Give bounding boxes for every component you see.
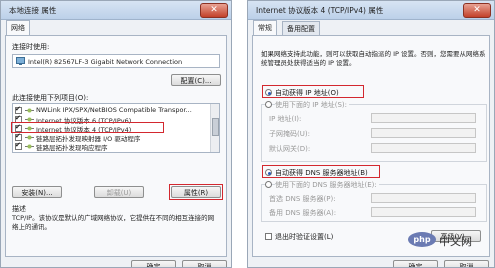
ip-address-label: IP 地址(I): xyxy=(269,115,302,123)
preferred-dns-label: 首选 DNS 服务器(P): xyxy=(269,195,336,203)
intro-text: 如果网络支持此功能，则可以获取自动指派的 IP 设置。否则，您需要从网络系统管理… xyxy=(261,50,486,67)
adapter-name: Intel(R) 82567LF-3 Gigabit Network Conne… xyxy=(28,58,183,66)
item-checkbox[interactable] xyxy=(15,141,22,150)
item-label: 链路层拓扑发现响应程序 xyxy=(36,144,108,152)
cancel-button[interactable]: 取消 xyxy=(182,260,227,267)
gateway-input xyxy=(371,143,476,153)
subnet-label: 子网掩码(U): xyxy=(269,130,310,138)
ok-button[interactable]: 确定 xyxy=(131,260,176,267)
protocol-icon xyxy=(25,108,34,113)
right-tab-row: 常规 备用配置 xyxy=(248,20,494,36)
scroll-thumb[interactable] xyxy=(212,118,219,136)
connect-using-label: 连接时使用: xyxy=(12,43,50,51)
properties-highlight-box xyxy=(169,184,223,200)
left-tab-row: 网络 xyxy=(1,20,231,36)
description-label: 描述 xyxy=(12,205,26,213)
right-titlebar: Internet 协议版本 4 (TCP/IPv4) 属性 ✕ xyxy=(248,1,494,20)
close-icon[interactable]: ✕ xyxy=(200,3,228,18)
uninstall-button: 卸载(U) xyxy=(94,186,144,198)
ipv4-properties-window: Internet 协议版本 4 (TCP/IPv4) 属性 ✕ 常规 备用配置 … xyxy=(247,0,495,268)
item-checkbox[interactable] xyxy=(15,105,22,114)
left-window-title: 本地连接 属性 xyxy=(9,6,57,15)
list-scrollbar[interactable] xyxy=(210,104,219,152)
right-window-title: Internet 协议版本 4 (TCP/IPv4) 属性 xyxy=(256,6,384,15)
adapter-box: Intel(R) 82567LF-3 Gigabit Network Conne… xyxy=(12,54,220,68)
item-label: NWLink IPX/SPX/NetBIOS Compatible Transp… xyxy=(36,106,192,114)
manual-dns-label: 使用下面的 DNS 服务器地址(E): xyxy=(275,180,379,190)
tab-alternate-config[interactable]: 备用配置 xyxy=(282,21,320,36)
alternate-dns-input xyxy=(371,207,476,217)
protocol-icon xyxy=(25,135,34,140)
php-logo: php xyxy=(408,232,436,247)
manual-dns-radio[interactable] xyxy=(265,181,272,188)
list-item[interactable]: 链路层拓扑发现响应程序 xyxy=(15,141,210,152)
tab-network[interactable]: 网络 xyxy=(6,20,30,36)
tab-general[interactable]: 常规 xyxy=(253,20,277,36)
manual-ip-label: 使用下面的 IP 地址(S): xyxy=(275,100,349,110)
gateway-label: 默认网关(D): xyxy=(269,145,311,153)
item-checkbox[interactable] xyxy=(15,132,22,141)
close-icon[interactable]: ✕ xyxy=(463,3,491,18)
configure-button[interactable]: 配置(C)... xyxy=(171,74,221,86)
ok-button[interactable]: 确定 xyxy=(393,260,438,267)
network-adapter-icon xyxy=(16,57,25,65)
validate-label: 退出时验证设置(L) xyxy=(275,233,334,241)
install-button[interactable]: 安装(N)... xyxy=(12,186,62,198)
auto-ip-highlight-box xyxy=(262,85,364,98)
left-tab-panel: 连接时使用: Intel(R) 82567LF-3 Gigabit Networ… xyxy=(5,35,227,257)
cancel-button[interactable]: 取消 xyxy=(444,260,489,267)
alternate-dns-label: 备用 DNS 服务器(A): xyxy=(269,209,337,217)
ipv4-highlight-box xyxy=(11,122,164,133)
list-item[interactable]: NWLink IPX/SPX/NetBIOS Compatible Transp… xyxy=(15,105,210,115)
local-connection-properties-window: 本地连接 属性 ✕ 网络 连接时使用: Intel(R) 82567LF-3 G… xyxy=(0,0,232,268)
description-text: TCP/IP。该协议是默认的广域网络协议，它提供在不同的相互连接的网络上的通讯。 xyxy=(12,214,215,231)
left-titlebar: 本地连接 属性 ✕ xyxy=(1,1,231,20)
preferred-dns-input xyxy=(371,193,476,203)
ip-address-input xyxy=(371,113,476,123)
validate-checkbox[interactable] xyxy=(265,233,272,240)
auto-dns-highlight-box xyxy=(262,165,380,178)
list-item[interactable]: 链路层拓扑发现映射器 I/O 驱动程序 xyxy=(15,132,210,143)
manual-ip-radio[interactable] xyxy=(265,101,272,108)
subnet-input xyxy=(371,128,476,138)
protocol-icon xyxy=(25,144,34,149)
right-tab-panel: 如果网络支持此功能，则可以获取自动指派的 IP 设置。否则，您需要从网络系统管理… xyxy=(252,35,490,257)
watermark-text: 中文网 xyxy=(439,235,472,248)
items-label: 此连接使用下列项目(O): xyxy=(12,94,89,102)
